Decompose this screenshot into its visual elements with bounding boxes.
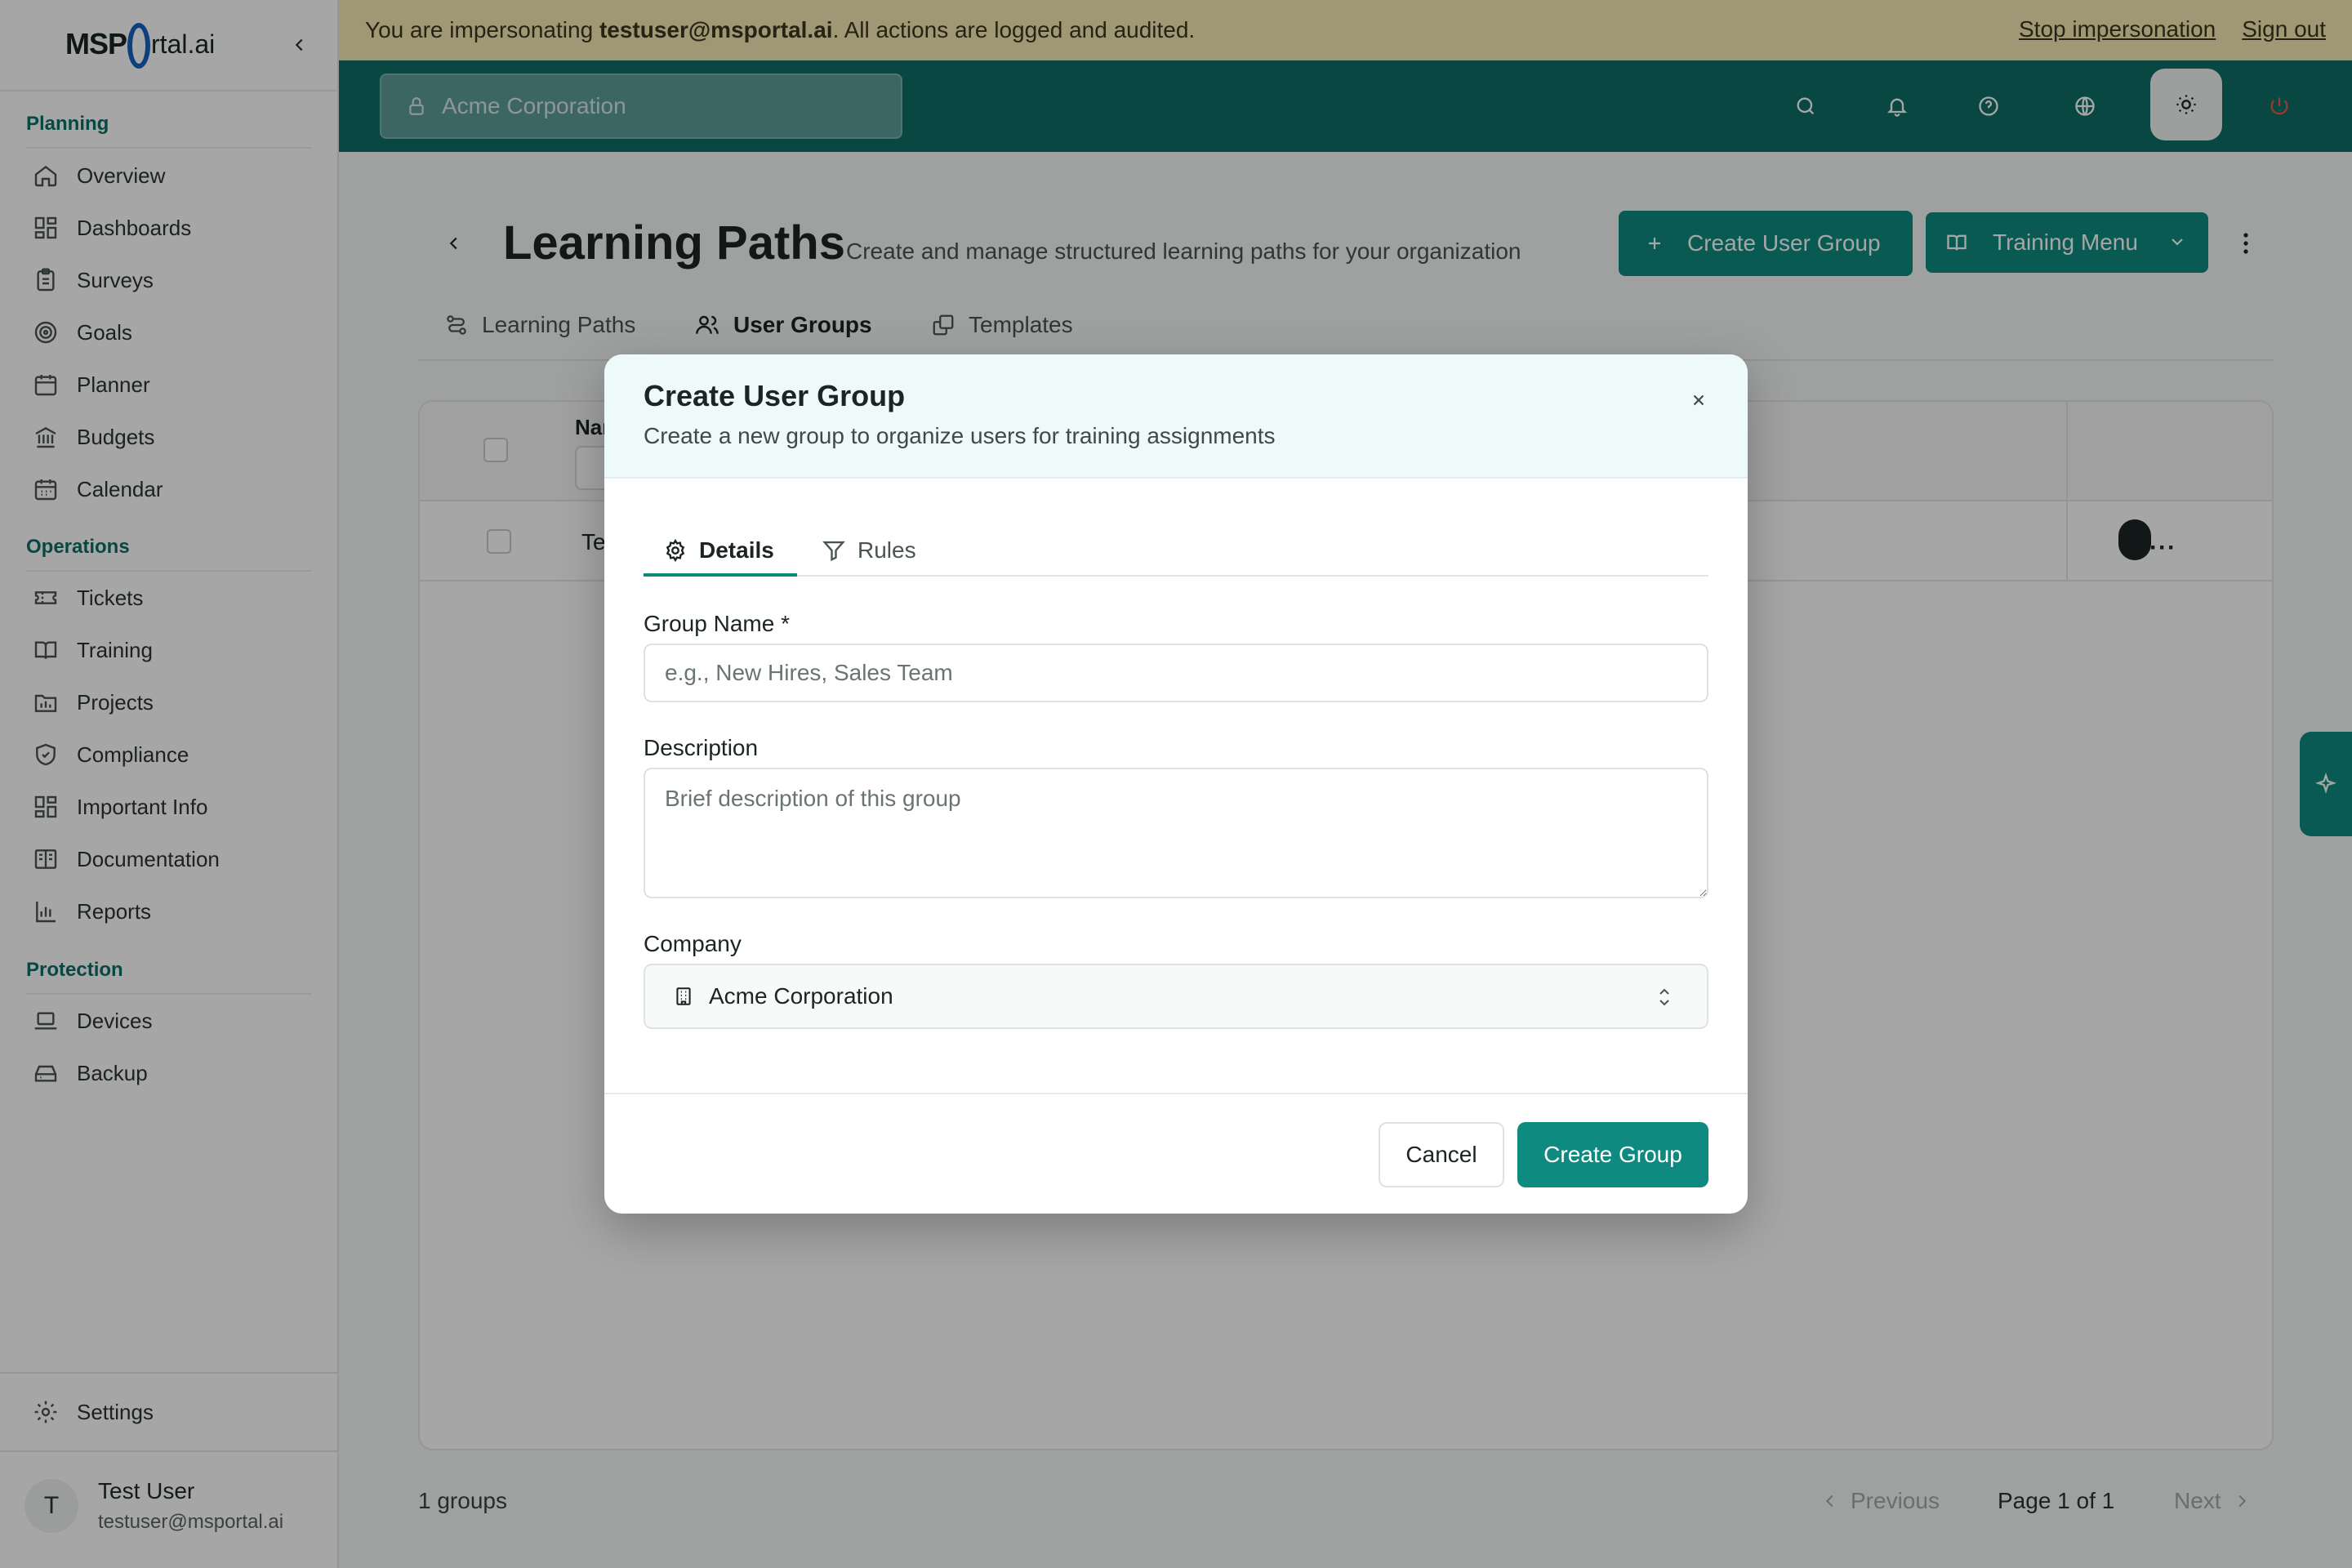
create-user-group-dialog: Create User Group Create a new group to … bbox=[604, 354, 1748, 1214]
description-label: Description bbox=[644, 735, 759, 760]
create-group-button[interactable]: Create Group bbox=[1517, 1122, 1708, 1187]
description-textarea[interactable] bbox=[644, 768, 1708, 898]
company-select-value: Acme Corporation bbox=[709, 983, 893, 1009]
tab-details[interactable]: Details bbox=[663, 534, 774, 567]
dialog-subtitle: Create a new group to organize users for… bbox=[644, 423, 1276, 448]
active-tab-indicator bbox=[644, 573, 797, 577]
close-icon bbox=[1693, 394, 1704, 406]
filter-icon bbox=[822, 538, 846, 563]
tab-rules[interactable]: Rules bbox=[822, 534, 916, 567]
tab-label: Rules bbox=[858, 537, 916, 563]
chevron-up-down-icon bbox=[1655, 987, 1674, 1008]
company-label: Company bbox=[644, 931, 742, 956]
dialog-footer-divider bbox=[604, 1093, 1748, 1094]
group-name-input[interactable] bbox=[644, 644, 1708, 702]
tab-label: Details bbox=[699, 537, 774, 563]
close-button[interactable] bbox=[1686, 387, 1712, 413]
dialog-tabs: Details Rules bbox=[644, 528, 1708, 577]
dialog-title: Create User Group bbox=[644, 379, 906, 412]
group-name-label: Group Name * bbox=[644, 611, 790, 636]
company-select[interactable]: Acme Corporation bbox=[644, 964, 1708, 1029]
cancel-button[interactable]: Cancel bbox=[1379, 1122, 1504, 1187]
gear-icon bbox=[663, 538, 688, 563]
dialog-header: Create User Group Create a new group to … bbox=[604, 354, 1748, 479]
building-icon bbox=[673, 986, 694, 1007]
